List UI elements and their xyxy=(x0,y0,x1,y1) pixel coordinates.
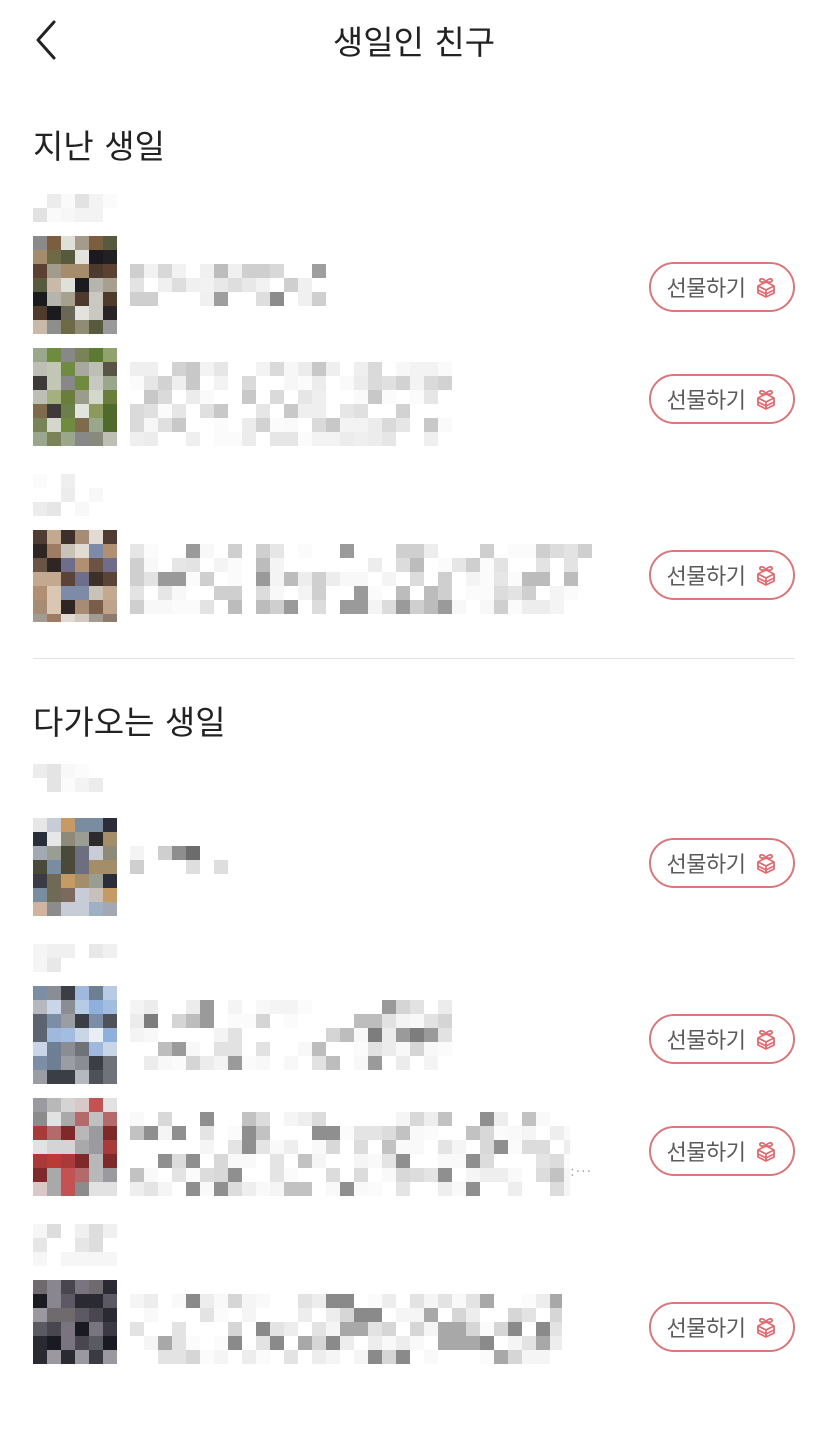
gift-button[interactable]: 선물하기 xyxy=(649,374,795,424)
date-label-blurred xyxy=(33,764,117,792)
avatar[interactable] xyxy=(33,986,117,1084)
avatar[interactable] xyxy=(33,818,117,916)
gift-button[interactable]: 선물하기 xyxy=(649,262,795,312)
gift-button-label: 선물하기 xyxy=(666,853,746,878)
friend-info-blurred xyxy=(130,1112,570,1196)
date-label-blurred xyxy=(33,944,117,972)
avatar[interactable] xyxy=(33,236,117,334)
gift-button[interactable]: 선물하기 xyxy=(649,838,795,888)
gift-button-label: 선물하기 xyxy=(666,389,746,414)
friend-info-blurred xyxy=(130,846,242,874)
gift-button-label: 선물하기 xyxy=(666,565,746,590)
page-title: 생일인 친구 xyxy=(332,23,496,62)
gift-button-label: 선물하기 xyxy=(666,1029,746,1054)
gift-button-label: 선물하기 xyxy=(666,1317,746,1342)
avatar[interactable] xyxy=(33,1098,117,1196)
gift-icon xyxy=(755,563,777,587)
gift-button[interactable]: 선물하기 xyxy=(649,1014,795,1064)
avatar[interactable] xyxy=(33,348,117,446)
section-title-upcoming: 다가오는 생일 xyxy=(33,703,226,742)
gift-icon xyxy=(755,387,777,411)
date-label-blurred xyxy=(33,474,103,516)
gift-button[interactable]: 선물하기 xyxy=(649,1126,795,1176)
section-divider xyxy=(33,658,795,659)
gift-button[interactable]: 선물하기 xyxy=(649,550,795,600)
avatar[interactable] xyxy=(33,1280,117,1364)
section-title-past: 지난 생일 xyxy=(33,127,165,166)
gift-button-label: 선물하기 xyxy=(666,1141,746,1166)
gift-button[interactable]: 선물하기 xyxy=(649,1302,795,1352)
gift-icon xyxy=(755,851,777,875)
truncation-mark: :··· xyxy=(570,1164,593,1180)
gift-button-label: 선물하기 xyxy=(666,277,746,302)
gift-icon xyxy=(755,275,777,299)
date-label-blurred xyxy=(33,1224,117,1266)
date-label-blurred xyxy=(33,194,117,222)
friend-info-blurred xyxy=(130,362,452,446)
gift-icon xyxy=(755,1027,777,1051)
friend-info-blurred xyxy=(130,264,326,306)
friend-info-blurred xyxy=(130,1000,452,1070)
friend-info-blurred xyxy=(130,544,592,614)
gift-icon xyxy=(755,1315,777,1339)
avatar[interactable] xyxy=(33,530,117,622)
header-bar: 생일인 친구 xyxy=(0,0,828,80)
friend-info-blurred xyxy=(130,1294,562,1364)
gift-icon xyxy=(755,1139,777,1163)
